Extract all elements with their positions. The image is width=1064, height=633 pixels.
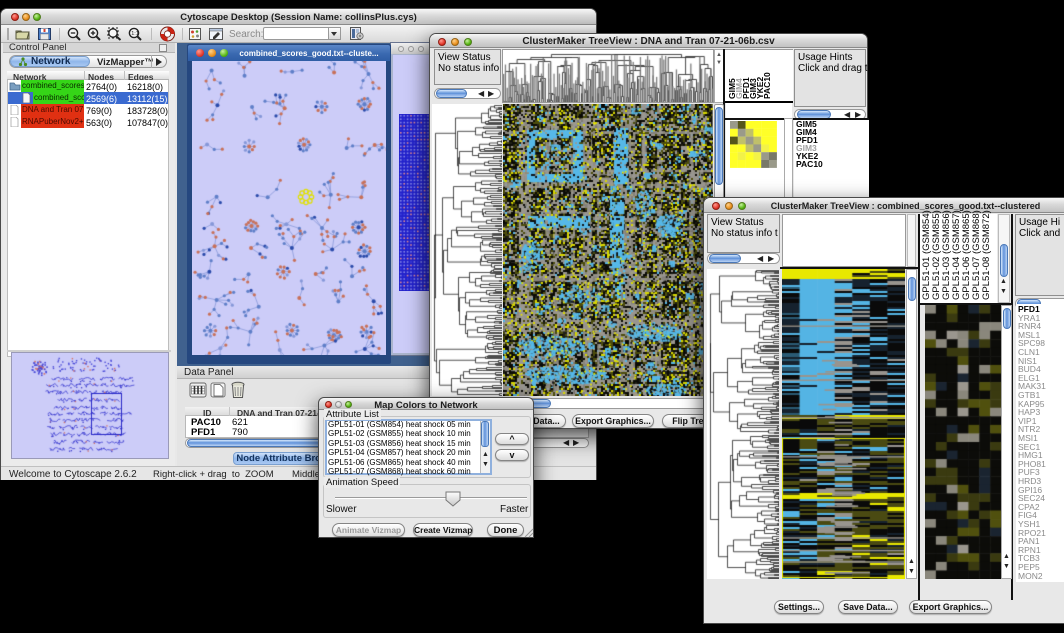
svg-text:1:1: 1:1 <box>131 31 139 37</box>
